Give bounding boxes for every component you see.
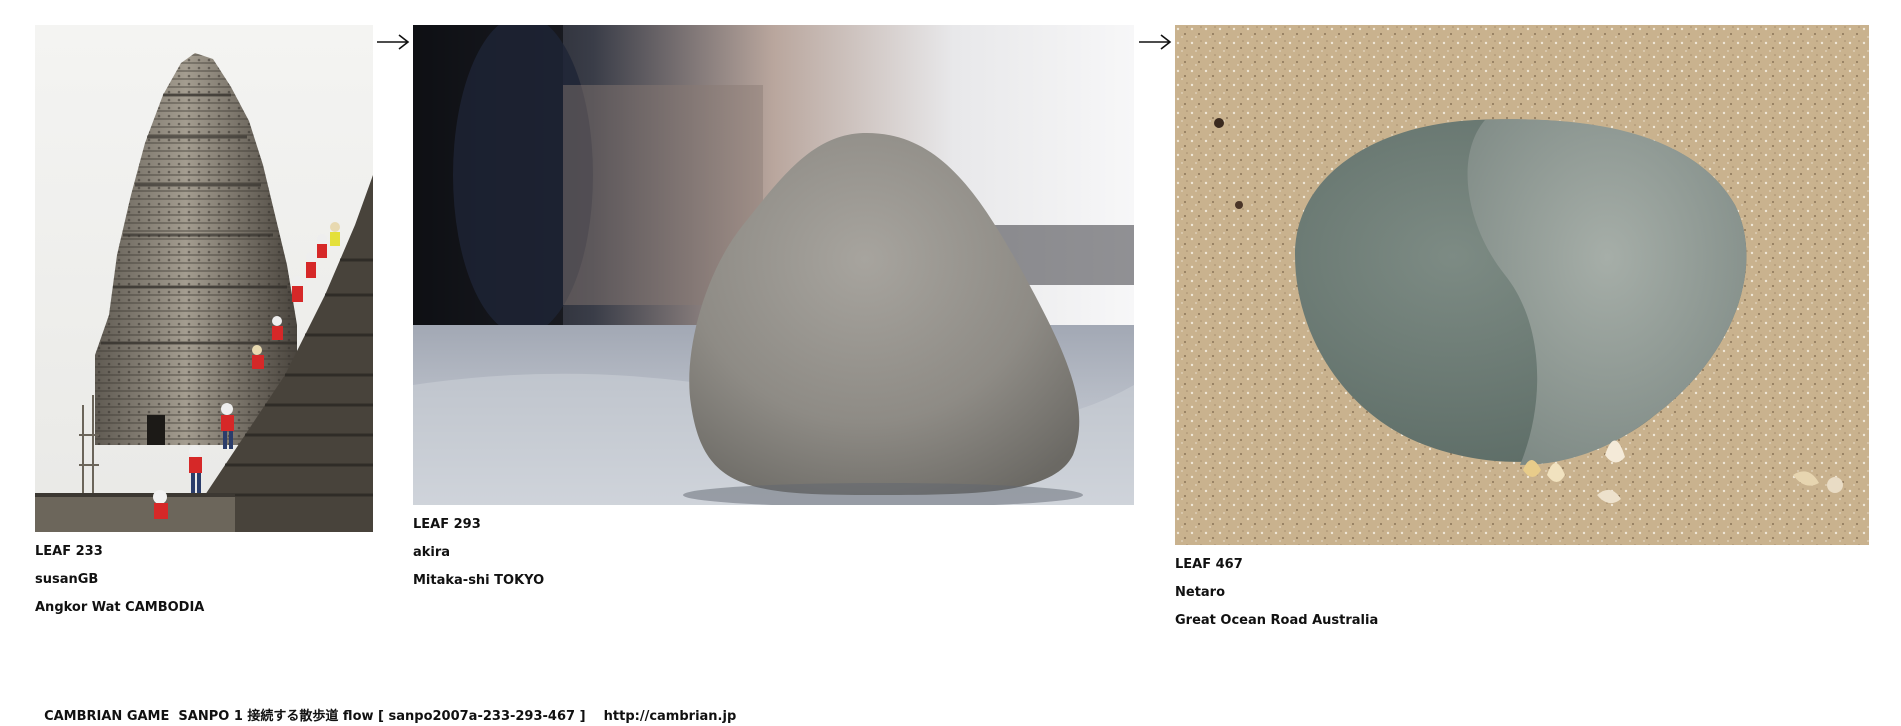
footer-title: CAMBRIAN GAME SANPO 1 接続する散歩道 flow [ san… [44,709,586,724]
leaf-place: Great Ocean Road Australia [1175,613,1379,628]
leaf-caption: LEAF 293 akira Mitaka-shi TOKYO [413,511,544,595]
leaf-author[interactable]: susanGB [35,566,204,594]
leaf-author[interactable]: akira [413,539,544,567]
leaf-id: LEAF 467 [1175,557,1243,572]
leaf-id: LEAF 293 [413,517,481,532]
leaf-id: LEAF 233 [35,544,103,559]
footer-credit: CAMBRIAN GAME SANPO 1 接続する散歩道 flow [ san… [35,693,736,725]
leaf-place: Mitaka-shi TOKYO [413,573,545,588]
leaf-caption: LEAF 467 Netaro Great Ocean Road Austral… [1175,551,1378,635]
photo-angkor-wat[interactable] [35,25,373,532]
photo-grey-stone[interactable] [413,25,1134,505]
pebble-photo-illustration [1175,25,1869,545]
arrow-right-icon [377,34,410,50]
photo-pebble-on-sand[interactable] [1175,25,1869,545]
temple-photo-illustration [35,25,373,532]
leaf-place: Angkor Wat CAMBODIA [35,600,205,615]
footer-link[interactable]: http://cambrian.jp [604,709,737,724]
arrow-right-icon [1139,34,1172,50]
stone-photo-illustration [413,25,1134,505]
leaf-author[interactable]: Netaro [1175,579,1378,607]
leaf-caption: LEAF 233 susanGB Angkor Wat CAMBODIA [35,538,204,622]
